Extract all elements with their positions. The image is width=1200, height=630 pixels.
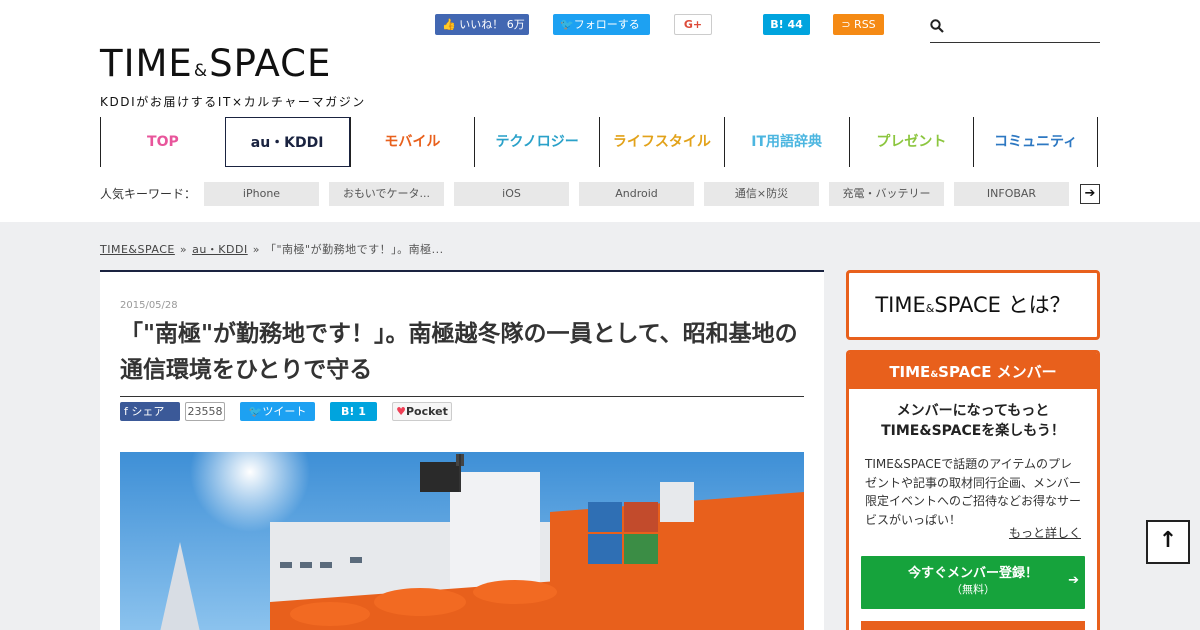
hero-image-icebreaker-ship [120,452,804,630]
tweet-button[interactable]: 🐦ツイート [240,402,315,421]
search-box [930,14,1100,43]
share-bar: f シェア 23558 🐦ツイート B! 1 ♥Pocket [120,402,804,423]
pocket-icon: ♥ [396,405,406,418]
main-navigation: TOP au・KDDI モバイル テクノロジー ライフスタイル IT用語辞典 プ… [100,117,1098,167]
about-time-space-link[interactable]: TIME&SPACE とは？ [846,270,1100,340]
breadcrumb-current: 「"南極"が勤務地です！」。南極... [264,243,444,256]
keyword-chip[interactable]: 充電・バッテリー [829,182,944,206]
keyword-chip[interactable]: INFOBAR [954,182,1069,206]
keywords-next-arrow-icon[interactable]: ➔ [1080,184,1100,204]
hatena-bookmark-share-button[interactable]: B! 1 [330,402,377,421]
keyword-chip[interactable]: iOS [454,182,569,206]
keyword-chip[interactable]: Android [579,182,694,206]
popular-keywords-label: 人気キーワード： [100,187,197,201]
twitter-bird-icon: 🐦 [560,18,574,31]
keyword-chip[interactable]: iPhone [204,182,319,206]
article-card: 2015/05/28 「"南極"が勤務地です！」。南極越冬隊の一員として、昭和基… [100,270,824,630]
member-more-link[interactable]: もっと詳しく [1009,524,1081,541]
back-to-top-button[interactable]: ↑ [1146,520,1190,564]
article-title: 「"南極"が勤務地です！」。南極越冬隊の一員として、昭和基地の通信環境をひとりで… [120,316,804,397]
pocket-button[interactable]: ♥Pocket [392,402,452,421]
popular-keywords: 人気キーワード： iPhone おもいでケータ... iOS Android 通… [100,182,1100,206]
keyword-chip[interactable]: おもいでケータ... [329,182,444,206]
member-box-header: TIME&SPACE メンバー [849,353,1097,389]
site-logo[interactable]: TIME&SPACE KDDIがお届けするIT×カルチャーマガジン [100,44,366,110]
nav-it-dictionary[interactable]: IT用語辞典 [723,117,849,167]
member-register-button[interactable]: 今すぐメンバー登録！ （無料） ➔ [861,556,1085,609]
breadcrumb-home[interactable]: TIME&SPACE [100,243,175,256]
facebook-like-button[interactable]: 👍 いいね！ 6万 [435,14,529,35]
breadcrumb-separator: » [179,243,188,256]
thumbs-up-icon: 👍 [442,18,460,31]
nav-top[interactable]: TOP [100,117,225,167]
member-description: TIME&SPACEで話題のアイテムのプレゼントや記事の取材同行企画、メンバー限… [865,457,1082,527]
search-input[interactable] [952,16,1098,40]
article-date: 2015/05/28 [120,300,178,311]
rss-button[interactable]: ⊃ RSS [833,14,884,35]
twitter-follow-button[interactable]: 🐦フォローする [553,14,650,35]
nav-lifestyle[interactable]: ライフスタイル [599,117,724,167]
nav-technology[interactable]: テクノロジー [474,117,599,167]
search-icon[interactable] [930,19,944,33]
site-header: TIME&SPACE KDDIがお届けするIT×カルチャーマガジン 👍 いいね！… [0,0,1200,222]
nav-community[interactable]: コミュニティ [973,117,1098,167]
member-catchphrase: メンバーになってもっと TIME&SPACEを楽しもう！ [881,403,1065,439]
hatena-bookmark-button[interactable]: B! 44 [763,14,810,35]
breadcrumb: TIME&SPACE » au・KDDI » 「"南極"が勤務地です！」。南極... [100,241,444,257]
arrow-right-icon: ➔ [1068,573,1079,588]
nav-present[interactable]: プレゼント [848,117,974,167]
twitter-bird-icon: 🐦 [248,405,263,418]
nav-au-kddi[interactable]: au・KDDI [224,117,350,167]
keyword-chip[interactable]: 通信×防災 [704,182,819,206]
rss-icon: ⊃ [841,18,855,31]
nav-mobile[interactable]: モバイル [349,117,475,167]
logo-wordmark: TIME&SPACE [100,42,332,85]
member-secondary-button[interactable] [861,621,1085,630]
facebook-share-button[interactable]: f シェア [120,402,180,421]
facebook-share-count: 23558 [185,402,225,421]
breadcrumb-separator: » [252,243,260,256]
google-plus-button[interactable]: G+ [674,14,712,35]
logo-tagline: KDDIがお届けするIT×カルチャーマガジン [100,95,366,109]
breadcrumb-category[interactable]: au・KDDI [192,243,248,256]
member-box: TIME&SPACE メンバー メンバーになってもっと TIME&SPACEを楽… [846,350,1100,630]
